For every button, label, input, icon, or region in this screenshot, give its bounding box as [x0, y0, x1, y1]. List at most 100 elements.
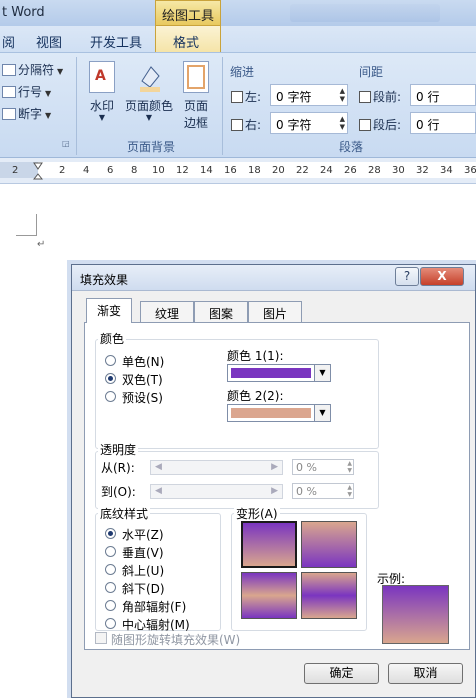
rotate-with-shape-label: 随图形旋转填充效果(W) [111, 633, 241, 647]
transparency-group-title: 透明度 [98, 441, 139, 458]
radio-diagonal-down[interactable] [105, 582, 116, 593]
tab-format[interactable]: 格式 [155, 26, 221, 52]
indent-left-label: 左: [231, 88, 261, 105]
color1-swatch [231, 368, 311, 378]
ruler-mark: 8 [131, 165, 138, 176]
dialog-launcher-icon[interactable]: ◲ [62, 139, 70, 148]
from-label: 从(R): [101, 461, 135, 475]
ruler-mark: 16 [224, 165, 237, 176]
ruler-mark: 12 [176, 165, 189, 176]
ruler-mark: 34 [440, 165, 453, 176]
arrow-left-icon[interactable]: ◀ [155, 462, 162, 472]
from-slider[interactable]: ◀ ▶ [150, 460, 283, 475]
colors-group-title: 颜色 [98, 330, 127, 347]
ruler-mark: 6 [107, 165, 114, 176]
color2-label: 颜色 2(2): [227, 389, 284, 403]
page-color-button[interactable]: 页面颜色 [121, 97, 177, 114]
spinner-icon[interactable]: ▲ ▼ [347, 460, 352, 474]
variant-3[interactable] [241, 572, 297, 619]
radio-two-colors[interactable] [105, 373, 116, 384]
arrow-left-icon[interactable]: ◀ [155, 486, 162, 496]
watermark-icon: A [89, 61, 115, 93]
ruler-mark: 14 [200, 165, 213, 176]
from-corner-label: 角部辐射(F) [122, 600, 187, 614]
ruler-mark: 36 [464, 165, 476, 176]
watermark-button[interactable]: 水印 [84, 97, 120, 114]
indent-left-input[interactable]: 0 字符 ▲ ▼ [270, 84, 348, 106]
ribbon: 分隔符 ▼ 行号 ▼ 断字 ▼ ◲ A 水印 ▼ 页面颜色 ▼ 页面 边框 页面背景 … [0, 52, 476, 158]
rotate-with-shape-checkbox[interactable] [95, 632, 107, 644]
spacing-after-icon [359, 119, 371, 131]
cancel-button[interactable]: 取消 [388, 663, 463, 684]
radio-from-corner[interactable] [105, 600, 116, 611]
one-color-label: 单色(N) [122, 355, 165, 369]
tab-review[interactable]: 阅 [2, 32, 15, 51]
indent-right-input[interactable]: 0 字符 ▲ ▼ [270, 112, 348, 134]
radio-one-color[interactable] [105, 355, 116, 366]
diagonal-down-label: 斜下(D) [122, 582, 165, 596]
tab-pattern[interactable]: 图案 [194, 301, 248, 322]
variant-2[interactable] [301, 521, 357, 568]
tab-texture[interactable]: 纹理 [140, 301, 194, 322]
close-button[interactable]: X [420, 267, 464, 286]
indent-label: 缩进 [230, 65, 255, 79]
color2-swatch [231, 408, 311, 418]
ruler-mark: 2 [59, 165, 66, 176]
two-colors-label: 双色(T) [122, 373, 163, 387]
tab-picture[interactable]: 图片 [248, 301, 302, 322]
spacing-before-label: 段前: [359, 88, 401, 105]
horizontal-ruler[interactable]: 2 2 4 6 8 10 12 14 16 18 20 22 24 26 28 … [0, 158, 476, 184]
group-separator [76, 57, 77, 155]
ok-button[interactable]: 确定 [304, 663, 379, 684]
dialog-title-bar[interactable]: 填充效果 ? X [72, 265, 475, 291]
ruler-mark: 32 [416, 165, 429, 176]
page-borders-icon [183, 61, 209, 93]
fill-effects-dialog: 填充效果 ? X 渐变 纹理 图案 图片 颜色 单色(N) 双色(T) 预设(S… [71, 264, 476, 698]
hyphenation-button[interactable]: 断字 ▼ [2, 105, 51, 122]
spacing-label: 间距 [359, 65, 384, 79]
tab-view[interactable]: 视图 [36, 32, 62, 51]
paragraph-mark-icon: ↵ [37, 239, 46, 250]
line-numbers-button[interactable]: 行号 ▼ [2, 83, 51, 100]
radio-horizontal[interactable] [105, 528, 116, 539]
preset-label: 预设(S) [122, 391, 163, 405]
chevron-down-icon[interactable]: ▼ [314, 365, 330, 381]
indent-right-label: 右: [231, 116, 261, 133]
arrow-right-icon[interactable]: ▶ [271, 486, 278, 496]
color1-dropdown[interactable]: ▼ [227, 364, 331, 382]
from-percent-input[interactable]: 0 % ▲ ▼ [292, 459, 354, 475]
chevron-down-icon: ▼ [98, 113, 106, 122]
to-slider[interactable]: ◀ ▶ [150, 484, 283, 499]
tab-developer[interactable]: 开发工具 [90, 32, 142, 51]
spacing-after-input[interactable]: 0 行 [410, 112, 476, 134]
radio-diagonal-up[interactable] [105, 564, 116, 575]
title-bar-decoration [290, 4, 440, 22]
margin-mark-vertical [36, 214, 37, 236]
radio-preset[interactable] [105, 391, 116, 402]
help-button[interactable]: ? [395, 267, 419, 286]
ruler-mark: 4 [83, 165, 90, 176]
hyphenation-icon [2, 108, 16, 120]
to-percent-input[interactable]: 0 % ▲ ▼ [292, 483, 354, 499]
spinner-icon[interactable]: ▲ ▼ [340, 87, 345, 103]
chevron-down-icon[interactable]: ▼ [314, 405, 330, 421]
spinner-icon[interactable]: ▲ ▼ [347, 484, 352, 498]
color2-dropdown[interactable]: ▼ [227, 404, 331, 422]
spacing-after-label: 段后: [359, 116, 401, 133]
variant-4[interactable] [301, 572, 357, 619]
chevron-down-icon: ▼ [45, 89, 52, 98]
page-borders-button[interactable]: 页面 边框 [178, 97, 214, 131]
color1-label: 颜色 1(1): [227, 349, 284, 363]
breaks-button[interactable]: 分隔符 ▼ [2, 61, 63, 78]
spinner-icon[interactable]: ▲ ▼ [340, 115, 345, 131]
spacing-before-input[interactable]: 0 行 [410, 84, 476, 106]
variant-1[interactable] [241, 521, 297, 568]
group-separator [222, 57, 223, 155]
page-break-icon [2, 64, 16, 76]
radio-from-center[interactable] [105, 618, 116, 629]
chevron-down-icon: ▼ [145, 113, 153, 122]
radio-vertical[interactable] [105, 546, 116, 557]
arrow-right-icon[interactable]: ▶ [271, 462, 278, 472]
indent-marker-icon[interactable] [33, 162, 43, 182]
tab-gradient[interactable]: 渐变 [86, 298, 132, 323]
